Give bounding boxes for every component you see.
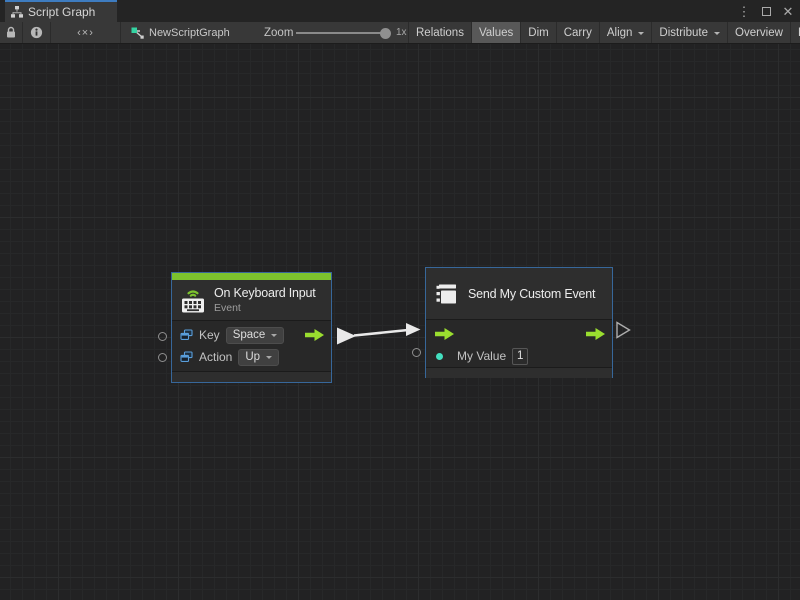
graph-breadcrumb[interactable]: NewScriptGraph: [131, 22, 230, 43]
node-footer: [426, 367, 612, 378]
my-value-input-port[interactable]: [412, 348, 421, 357]
close-icon[interactable]: ✕: [780, 3, 796, 19]
variable-port-icon: [180, 329, 193, 341]
chevron-down-icon: [266, 356, 272, 362]
info-button[interactable]: [23, 22, 51, 43]
node-header: Send My Custom Event: [426, 268, 612, 320]
toolbar-buttons: Relations Values Dim Carry Align Distrib…: [408, 22, 800, 43]
info-icon: [30, 26, 43, 39]
script-graph-window: Script Graph ⋮ ✕ ‹×› NewScriptGraph: [0, 0, 800, 600]
node-title: Send My Custom Event: [468, 287, 595, 301]
action-dropdown[interactable]: Up: [238, 349, 279, 366]
port-label-my-value: My Value: [457, 349, 506, 363]
port-row-key: Key Space: [180, 324, 325, 346]
variable-port-icon: [180, 351, 193, 363]
window-menu-icon[interactable]: ⋮: [736, 3, 752, 19]
carry-button[interactable]: Carry: [557, 22, 600, 43]
graph-toolbar: ‹×› NewScriptGraph Zoom 1x Relations Val…: [0, 22, 800, 44]
chevron-down-icon: [714, 32, 720, 38]
graph-canvas[interactable]: [0, 44, 800, 600]
flow-output-port[interactable]: [585, 327, 606, 341]
node-on-keyboard-input[interactable]: On Keyboard Input Event Key Space: [171, 272, 332, 383]
values-button[interactable]: Values: [472, 22, 521, 43]
value-port-dot-icon[interactable]: [436, 353, 443, 360]
port-row-action: Action Up: [180, 346, 325, 368]
dim-button[interactable]: Dim: [521, 22, 556, 43]
align-button[interactable]: Align: [600, 22, 653, 43]
port-label-action: Action: [199, 350, 232, 364]
zoom-slider-track[interactable]: [296, 32, 384, 34]
script-graph-asset-icon: [131, 27, 144, 39]
zoom-slider-handle[interactable]: [380, 28, 391, 39]
overview-button[interactable]: Overview: [728, 22, 791, 43]
custom-event-icon: [434, 281, 460, 307]
graph-name: NewScriptGraph: [149, 27, 230, 39]
key-dropdown[interactable]: Space: [226, 327, 285, 344]
key-input-port[interactable]: [158, 332, 167, 341]
keyboard-event-icon: [180, 287, 206, 314]
fullscreen-button[interactable]: Full Screen: [791, 22, 800, 43]
relations-button[interactable]: Relations: [409, 22, 472, 43]
node-subtitle: Event: [214, 302, 316, 314]
distribute-button[interactable]: Distribute: [652, 22, 728, 43]
window-controls: ⋮ ✕: [736, 0, 796, 22]
tab-script-graph[interactable]: Script Graph: [5, 0, 117, 22]
port-row-my-value: My Value 1: [434, 345, 606, 367]
node-send-my-custom-event[interactable]: Send My Custom Event My Value 1: [425, 267, 613, 378]
node-header: On Keyboard Input Event: [172, 280, 331, 321]
carets-button[interactable]: ‹×›: [51, 22, 121, 43]
lock-button[interactable]: [0, 22, 23, 43]
flow-input-port[interactable]: [434, 327, 455, 341]
zoom-label: Zoom: [264, 22, 293, 43]
carets-icon: ‹×›: [77, 27, 94, 39]
node-title: On Keyboard Input: [214, 286, 316, 300]
tab-label: Script Graph: [28, 5, 95, 19]
maximize-icon[interactable]: [758, 3, 774, 19]
zoom-value: 1x: [396, 22, 407, 43]
port-label-key: Key: [199, 328, 220, 342]
title-bar: Script Graph ⋮ ✕: [0, 0, 800, 22]
chevron-down-icon: [638, 32, 644, 38]
graph-hierarchy-icon: [11, 6, 23, 18]
chevron-down-icon: [271, 334, 277, 340]
node-footer: [172, 371, 331, 382]
node-body: My Value 1: [426, 320, 612, 367]
port-row-flow: [434, 323, 606, 345]
action-input-port[interactable]: [158, 353, 167, 362]
my-value-input[interactable]: 1: [512, 348, 528, 365]
flow-output-port[interactable]: [304, 328, 325, 342]
lock-icon: [5, 26, 17, 39]
node-body: Key Space Action Up: [172, 321, 331, 371]
event-color-bar: [172, 273, 331, 280]
